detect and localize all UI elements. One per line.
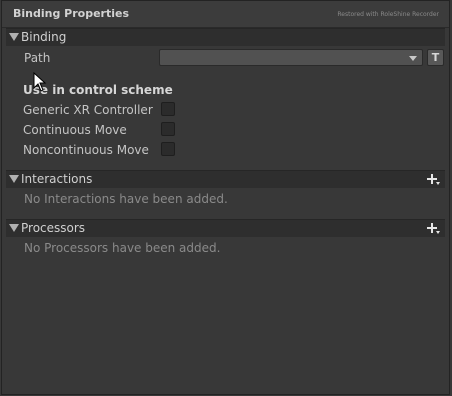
add-interaction-button[interactable] [426, 172, 440, 186]
path-label: Path [24, 51, 51, 65]
triangle-down-icon [9, 33, 19, 41]
path-dropdown[interactable] [159, 49, 423, 66]
panel-subtitle: Restored with RoleShine Recorder [337, 11, 439, 18]
interactions-section-label: Interactions [21, 172, 93, 186]
text-mode-button[interactable]: T [427, 49, 444, 66]
interactions-empty-message: No Interactions have been added. [24, 192, 228, 206]
dropdown-arrow-icon [409, 56, 417, 61]
triangle-down-icon [9, 175, 19, 183]
processors-section-label: Processors [21, 221, 86, 235]
triangle-down-icon [9, 224, 19, 232]
panel-title: Binding Properties [13, 7, 130, 20]
scheme-checkbox-generic-xr-controller[interactable] [161, 102, 175, 116]
interactions-section-header[interactable]: Interactions [6, 170, 445, 188]
binding-section-label: Binding [21, 30, 67, 44]
panel-titlebar: Binding Properties Restored with RoleShi… [2, 1, 449, 28]
processors-empty-message: No Processors have been added. [24, 241, 221, 255]
processors-section-header[interactable]: Processors [6, 219, 445, 237]
scheme-label-continuous-move: Continuous Move [23, 123, 127, 137]
scheme-label-noncontinuous-move: Noncontinuous Move [23, 143, 149, 157]
scheme-label-generic-xr-controller: Generic XR Controller [23, 103, 153, 117]
mouse-cursor-icon [33, 72, 47, 92]
add-processor-button[interactable] [426, 221, 440, 235]
scheme-checkbox-noncontinuous-move[interactable] [161, 142, 175, 156]
scheme-checkbox-continuous-move[interactable] [161, 122, 175, 136]
binding-section-header[interactable]: Binding [6, 28, 445, 46]
binding-properties-panel: Binding Properties Restored with RoleShi… [1, 0, 450, 395]
